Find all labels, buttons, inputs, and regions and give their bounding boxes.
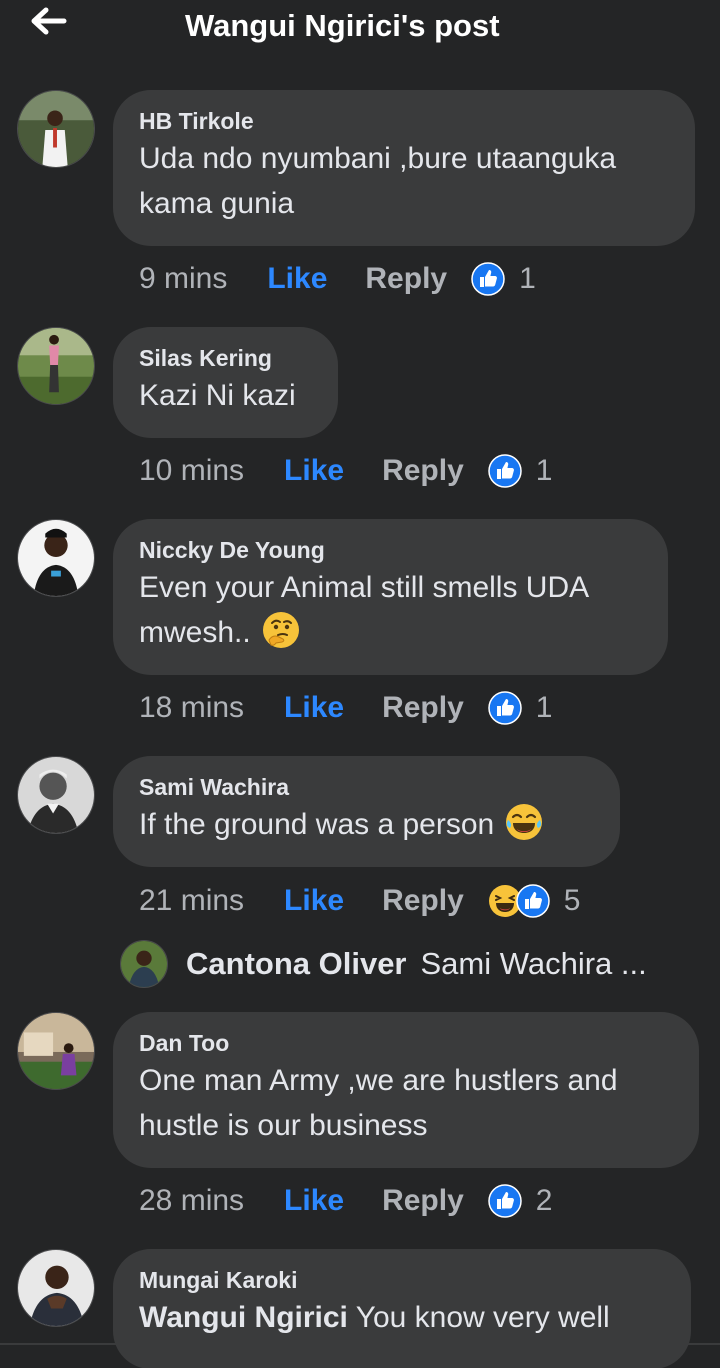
page-title: Wangui Ngirici's post bbox=[185, 8, 500, 43]
mention-link[interactable]: Wangui Ngirici bbox=[139, 1301, 348, 1334]
thinking-face-icon bbox=[261, 610, 301, 650]
comment-bubble: HB Tirkole Uda ndo nyumbani ,bure utaang… bbox=[113, 90, 695, 246]
comment-time: 9 mins bbox=[139, 262, 228, 295]
comment-text-body: If the ground was a person bbox=[139, 808, 495, 841]
comment-bubble: Silas Kering Kazi Ni kazi bbox=[113, 327, 338, 438]
avatar[interactable] bbox=[17, 90, 95, 168]
like-reaction-icon bbox=[488, 1184, 522, 1218]
reply-author: Cantona Oliver bbox=[186, 946, 407, 981]
arrow-left-icon[interactable] bbox=[28, 6, 68, 36]
comment-bubble: Sami Wachira If the ground was a person bbox=[113, 756, 620, 867]
reaction-count: 1 bbox=[519, 262, 536, 295]
comment-text: Wangui Ngirici You know very well bbox=[139, 1295, 665, 1340]
comment-bubble: Niccky De Young Even your Animal still s… bbox=[113, 519, 668, 675]
like-reaction-icon bbox=[488, 454, 522, 488]
reactions[interactable]: 1 bbox=[488, 454, 553, 488]
comment-bubble: Mungai Karoki Wangui Ngirici You know ve… bbox=[113, 1249, 691, 1368]
reactions[interactable]: 2 bbox=[488, 1184, 553, 1218]
like-reaction-icon bbox=[471, 262, 505, 296]
like-button[interactable]: Like bbox=[267, 262, 327, 296]
comment-author[interactable]: Dan Too bbox=[139, 1029, 673, 1058]
comment-actions: 18 mins Like Reply 1 bbox=[139, 688, 552, 728]
avatar bbox=[120, 940, 168, 988]
avatar[interactable] bbox=[17, 756, 95, 834]
reaction-count: 5 bbox=[563, 884, 581, 917]
reactions[interactable]: 1 bbox=[488, 691, 553, 725]
reply-button[interactable]: Reply bbox=[365, 262, 447, 296]
comment-text: Even your Animal still smells UDA mwesh.… bbox=[139, 565, 642, 655]
comment-text-body: Even your Animal still smells UDA mwesh.… bbox=[139, 571, 588, 649]
reply-button[interactable]: Reply bbox=[382, 884, 464, 918]
comment-bubble: Dan Too One man Army ,we are hustlers an… bbox=[113, 1012, 699, 1168]
comment-author[interactable]: Niccky De Young bbox=[139, 536, 642, 565]
top-bar: Wangui Ngirici's post bbox=[0, 0, 720, 54]
like-button[interactable]: Like bbox=[284, 454, 344, 488]
comment-author[interactable]: Silas Kering bbox=[139, 344, 312, 373]
reaction-count: 1 bbox=[535, 691, 553, 724]
comment-actions: 28 mins Like Reply 2 bbox=[139, 1181, 552, 1221]
avatar[interactable] bbox=[17, 1012, 95, 1090]
comment-text: Kazi Ni kazi bbox=[139, 379, 296, 412]
like-button[interactable]: Like bbox=[284, 691, 344, 725]
comment-text: If the ground was a person bbox=[139, 802, 594, 847]
avatar[interactable] bbox=[17, 327, 95, 405]
comment-time: 21 mins bbox=[139, 884, 245, 917]
reply-button[interactable]: Reply bbox=[382, 691, 464, 725]
comment-text: One man Army ,we are hustlers and hustle… bbox=[139, 1064, 618, 1142]
like-button[interactable]: Like bbox=[284, 884, 344, 918]
comment-actions: 21 mins Like Reply 5 bbox=[139, 881, 580, 921]
like-button[interactable]: Like bbox=[284, 1184, 344, 1218]
reply-text: Sami Wachira ... bbox=[420, 946, 647, 981]
comment-text-body: You know very well bbox=[355, 1301, 610, 1334]
comment-actions: 10 mins Like Reply 1 bbox=[139, 451, 552, 491]
reply-preview[interactable]: Cantona Oliver Sami Wachira ... bbox=[120, 940, 647, 988]
divider bbox=[0, 1343, 720, 1345]
reaction-count: 2 bbox=[535, 1184, 553, 1217]
comment-time: 18 mins bbox=[139, 691, 245, 724]
like-reaction-icon bbox=[488, 691, 522, 725]
reaction-count: 1 bbox=[535, 454, 553, 487]
reply-button[interactable]: Reply bbox=[382, 1184, 464, 1218]
comment-actions: 9 mins Like Reply 1 bbox=[139, 259, 536, 299]
comment-text: Uda ndo nyumbani ,bure utaanguka kama gu… bbox=[139, 142, 617, 220]
tears-of-joy-icon bbox=[504, 802, 544, 842]
reactions[interactable]: 1 bbox=[471, 262, 536, 296]
reactions[interactable]: 5 bbox=[488, 884, 581, 918]
like-reaction-icon bbox=[516, 884, 550, 918]
comment-author[interactable]: Sami Wachira bbox=[139, 773, 594, 802]
reply-button[interactable]: Reply bbox=[382, 454, 464, 488]
comment-time: 28 mins bbox=[139, 1184, 245, 1217]
avatar[interactable] bbox=[17, 519, 95, 597]
comment-author[interactable]: Mungai Karoki bbox=[139, 1266, 665, 1295]
comment-author[interactable]: HB Tirkole bbox=[139, 107, 669, 136]
comment-time: 10 mins bbox=[139, 454, 245, 487]
avatar[interactable] bbox=[17, 1249, 95, 1327]
